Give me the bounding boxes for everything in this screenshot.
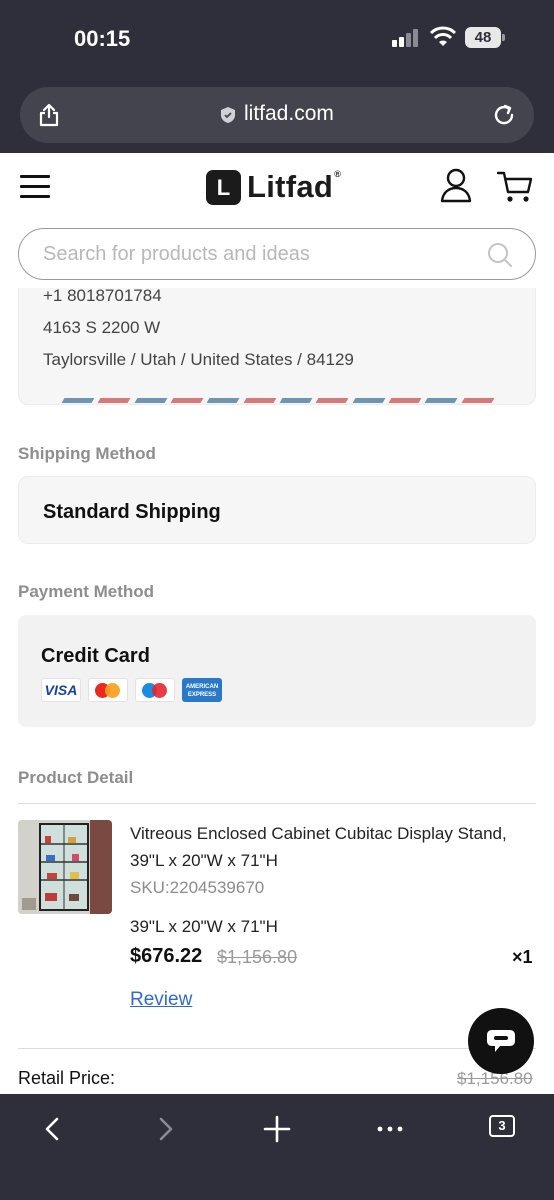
- back-icon[interactable]: [38, 1114, 68, 1144]
- product-sku: SKU:2204539670: [130, 878, 265, 897]
- review-link[interactable]: Review: [130, 989, 192, 1011]
- product-size: 39"L x 20"W x 71"H: [130, 917, 278, 936]
- product-quantity: ×1: [512, 947, 533, 967]
- address-city-line: Taylorsville / Utah / United States / 84…: [43, 350, 354, 369]
- product-image[interactable]: [18, 820, 112, 914]
- wifi-icon: [430, 26, 456, 46]
- product-name[interactable]: Vitreous Enclosed Cabinet Cubitac Displa…: [130, 820, 530, 874]
- amex-label-bottom: EXPRESS: [187, 692, 217, 698]
- shipping-address-card[interactable]: +1 8018701784 4163 S 2200 W Taylorsville…: [18, 288, 536, 405]
- battery-icon: 48: [465, 27, 505, 48]
- site-logo[interactable]: L Litfad®: [206, 168, 341, 206]
- search-input[interactable]: Search for products and ideas: [18, 228, 536, 280]
- browser-bottom-toolbar: 3: [0, 1094, 554, 1200]
- tabs-button[interactable]: 3: [489, 1115, 515, 1137]
- shield-icon: [221, 107, 235, 123]
- product-original-price: $1,156.80: [217, 947, 298, 967]
- browser-top-chrome: 00:15 48 litfad.com: [0, 0, 554, 153]
- cellular-signal-icon: [392, 29, 420, 47]
- more-options-icon[interactable]: [375, 1114, 405, 1144]
- logo-registered-mark: ®: [334, 169, 342, 179]
- search-icon[interactable]: [487, 242, 513, 268]
- chat-button[interactable]: [468, 1008, 534, 1074]
- logo-mark: L: [206, 169, 241, 205]
- section-divider: [18, 1048, 536, 1049]
- search-placeholder: Search for products and ideas: [43, 243, 310, 265]
- account-icon[interactable]: [440, 167, 472, 203]
- card-logos: VISA AMERICAN EXPRESS: [41, 678, 222, 702]
- shipping-method-option[interactable]: Standard Shipping: [18, 476, 536, 544]
- shipping-method-title: Shipping Method: [18, 444, 156, 463]
- payment-method-label: Credit Card: [41, 645, 150, 667]
- url-bar[interactable]: litfad.com: [20, 87, 534, 143]
- product-price: $676.22: [130, 945, 203, 967]
- payment-method-title: Payment Method: [18, 582, 155, 601]
- maestro-logo-icon: [135, 678, 175, 702]
- share-icon[interactable]: [38, 103, 60, 127]
- section-divider: [18, 803, 536, 804]
- chat-bubble-icon: [487, 1030, 515, 1052]
- american-express-logo-icon: AMERICAN EXPRESS: [182, 678, 222, 702]
- payment-method-option[interactable]: Credit Card VISA AMERICAN EXPRESS: [18, 615, 536, 727]
- amex-label-top: AMERICAN: [185, 684, 219, 690]
- new-tab-icon[interactable]: [262, 1114, 292, 1144]
- status-time: 00:15: [74, 26, 131, 51]
- mastercard-logo-icon: [88, 678, 128, 702]
- site-header: L Litfad®: [0, 153, 554, 223]
- battery-level: 48: [465, 27, 501, 48]
- shipping-method-label: Standard Shipping: [43, 501, 221, 523]
- hamburger-menu-icon[interactable]: [20, 175, 50, 199]
- forward-icon[interactable]: [150, 1114, 180, 1144]
- address-phone: +1 8018701784: [43, 288, 162, 305]
- logo-name: Litfad: [247, 169, 334, 204]
- logo-text: Litfad®: [247, 169, 341, 205]
- url-text: litfad.com: [244, 102, 334, 125]
- visa-logo-icon: VISA: [41, 678, 81, 702]
- airmail-stripe: [61, 398, 495, 404]
- cart-icon[interactable]: [497, 170, 533, 204]
- retail-price-label: Retail Price:: [18, 1068, 116, 1088]
- reload-icon[interactable]: [492, 103, 516, 127]
- product-detail-title: Product Detail: [18, 768, 134, 787]
- address-street: 4163 S 2200 W: [43, 318, 161, 337]
